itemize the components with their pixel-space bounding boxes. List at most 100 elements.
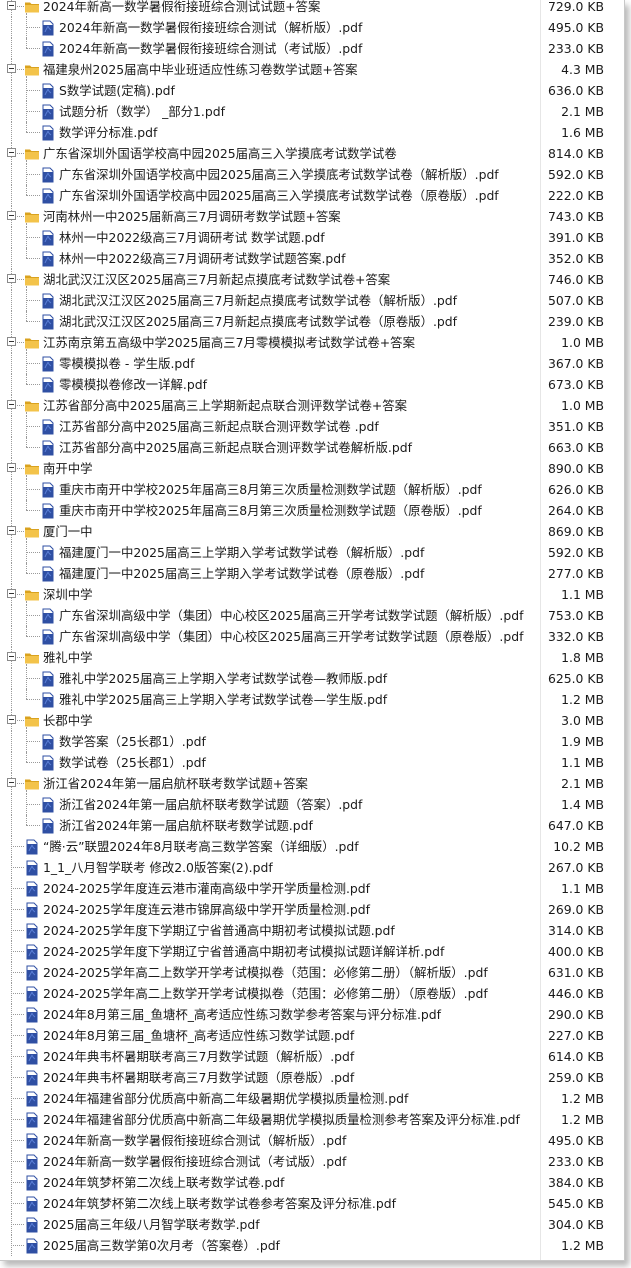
file-row[interactable]: 广东省深圳高级中学（集团）中心校区2025届高三开学考试数学试题（原卷版）.pd…	[0, 626, 624, 647]
file-row[interactable]: 2024-2025学年度下学期辽宁省普通高中期初考试模拟试题详解详析.pdf 40…	[0, 941, 624, 962]
tree-root-line	[11, 563, 12, 584]
file-row[interactable]: 湖北武汉江汉区2025届高三7月新起点摸底考试数学试卷（原卷版）.pdf 239.…	[0, 311, 624, 332]
folder-row[interactable]: 江苏省部分高中2025届高三上学期新起点联合测评数学试卷+答案 1.0 MB	[0, 395, 624, 416]
file-row[interactable]: 数学评分标准.pdf 1.6 MB	[0, 122, 624, 143]
file-row[interactable]: S数学试题(定稿).pdf 636.0 KB	[0, 80, 624, 101]
collapse-toggle-icon[interactable]	[7, 148, 16, 157]
tree-connector	[26, 363, 40, 364]
folder-row[interactable]: 广东省深圳外国语学校高中园2025届高三入学摸底考试数学试卷 814.0 KB	[0, 143, 624, 164]
file-row[interactable]: 2024-2025学年度下学期辽宁省普通高中期初考试模拟试题.pdf 314.0 …	[0, 920, 624, 941]
file-name: 林州一中2022级高三7月调研考试 数学试题.pdf	[59, 230, 325, 245]
tree-root-line	[11, 1088, 12, 1109]
tree-connector	[26, 762, 40, 763]
tree-connector	[26, 573, 40, 574]
file-row[interactable]: 2024年新高一数学暑假衔接班综合测试（解析版）.pdf 495.0 KB	[0, 17, 624, 38]
file-row[interactable]: 广东省深圳外国语学校高中园2025届高三入学摸底考试数学试卷（原卷版）.pdf 2…	[0, 185, 624, 206]
file-row[interactable]: 2024-2025学年度连云港市锦屏高级中学开学质量检测.pdf 269.0 KB	[0, 899, 624, 920]
collapse-toggle-icon[interactable]	[7, 778, 16, 787]
item-size: 259.0 KB	[547, 1070, 604, 1085]
tree-connector	[26, 300, 40, 301]
file-row[interactable]: 试题分析（数学） _部分1.pdf 2.1 MB	[0, 101, 624, 122]
file-row[interactable]: 雅礼中学2025届高三上学期入学考试数学试卷—教师版.pdf 625.0 KB	[0, 668, 624, 689]
file-row[interactable]: 2024年8月第三届_鱼塘杯_高考适应性练习数学参考答案与评分标准.pdf 290…	[0, 1004, 624, 1025]
item-size: 239.0 KB	[547, 314, 604, 329]
folder-icon	[24, 587, 40, 603]
file-row[interactable]: 浙江省2024年第一届启航杯联考数学试题.pdf 647.0 KB	[0, 815, 624, 836]
file-row[interactable]: 零模模拟卷 - 学生版.pdf 367.0 KB	[0, 353, 624, 374]
collapse-toggle-icon[interactable]	[7, 64, 16, 73]
collapse-toggle-icon[interactable]	[7, 337, 16, 346]
item-size: 1.9 MB	[561, 734, 604, 749]
file-name: 雅礼中学2025届高三上学期入学考试数学试卷—学生版.pdf	[59, 692, 388, 707]
collapse-toggle-icon[interactable]	[7, 211, 16, 220]
file-row[interactable]: 2024-2025学年高二上数学开学考试模拟卷（范围：必修第二册）（解析版）.p…	[0, 962, 624, 983]
folder-row[interactable]: 厦门一中 869.0 KB	[0, 521, 624, 542]
file-row[interactable]: 2024年筑梦杯第二次线上联考数学试卷.pdf 384.0 KB	[0, 1172, 624, 1193]
file-row[interactable]: 2024年典韦杯暑期联考高三7月数学试题（原卷版）.pdf 259.0 KB	[0, 1067, 624, 1088]
file-row[interactable]: 浙江省2024年第一届启航杯联考数学试题（答案）.pdf 1.4 MB	[0, 794, 624, 815]
collapse-toggle-icon[interactable]	[7, 463, 16, 472]
item-size: 626.0 KB	[547, 482, 604, 497]
file-row[interactable]: 福建厦门一中2025届高三上学期入学考试数学试卷（解析版）.pdf 592.0 K…	[0, 542, 624, 563]
folder-row[interactable]: 南开中学 890.0 KB	[0, 458, 624, 479]
file-row[interactable]: 1_1_八月智学联考 修改2.0版答案(2).pdf 267.0 KB	[0, 857, 624, 878]
file-row[interactable]: 2025届高三数学第0次月考（答案卷）.pdf 1.2 MB	[0, 1235, 624, 1256]
file-row[interactable]: 2024年福建省部分优质高中新高二年级暑期优学模拟质量检测参考答案及评分标准.p…	[0, 1109, 624, 1130]
file-row[interactable]: 2024-2025学年高二上数学开学考试模拟卷（范围：必修第二册）（原卷版）.p…	[0, 983, 624, 1004]
file-row[interactable]: 江苏省部分高中2025届高三新起点联合测评数学试卷 .pdf 351.0 KB	[0, 416, 624, 437]
file-row[interactable]: 2024年典韦杯暑期联考高三7月数学试题（解析版）.pdf 614.0 KB	[0, 1046, 624, 1067]
file-row[interactable]: 2024-2025学年度连云港市灌南高级中学开学质量检测.pdf 1.1 MB	[0, 878, 624, 899]
file-row[interactable]: 林州一中2022级高三7月调研考试数学试题答案.pdf 352.0 KB	[0, 248, 624, 269]
folder-row[interactable]: 雅礼中学 1.8 MB	[0, 647, 624, 668]
file-row[interactable]: 2024年新高一数学暑假衔接班综合测试（考试版）.pdf 233.0 KB	[0, 1151, 624, 1172]
file-row[interactable]: 零模模拟卷修改一详解.pdf 673.0 KB	[0, 374, 624, 395]
folder-row[interactable]: 2024年新高一数学暑假衔接班综合测试试题+答案 729.0 KB	[0, 0, 624, 17]
folder-icon	[24, 62, 40, 78]
collapse-toggle-icon[interactable]	[7, 274, 16, 283]
file-name: 福建厦门一中2025届高三上学期入学考试数学试卷（解析版）.pdf	[59, 545, 425, 560]
file-row[interactable]: 2024年新高一数学暑假衔接班综合测试（解析版）.pdf 495.0 KB	[0, 1130, 624, 1151]
file-name: 2024年新高一数学暑假衔接班综合测试（考试版）.pdf	[43, 1154, 347, 1169]
folder-row[interactable]: 福建泉州2025届高中毕业班适应性练习卷数学试题+答案 4.3 MB	[0, 59, 624, 80]
collapse-toggle-icon[interactable]	[7, 400, 16, 409]
folder-row[interactable]: 深圳中学 1.1 MB	[0, 584, 624, 605]
file-row[interactable]: 2024年福建省部分优质高中新高二年级暑期优学模拟质量检测.pdf 1.2 MB	[0, 1088, 624, 1109]
file-row[interactable]: 重庆市南开中学校2025年届高三8月第三次质量检测数学试题（原卷版）.pdf 26…	[0, 500, 624, 521]
file-row[interactable]: “腾·云”联盟2024年8月联考高三数学答案（详细版）.pdf 10.2 MB	[0, 836, 624, 857]
tree-root-line	[11, 920, 12, 941]
pdf-file-icon	[40, 83, 56, 99]
collapse-toggle-icon[interactable]	[7, 526, 16, 535]
file-name: 雅礼中学2025届高三上学期入学考试数学试卷—教师版.pdf	[59, 671, 388, 686]
item-size: 10.2 MB	[553, 839, 604, 854]
file-row[interactable]: 林州一中2022级高三7月调研考试 数学试题.pdf 391.0 KB	[0, 227, 624, 248]
collapse-toggle-icon[interactable]	[7, 1, 16, 10]
tree-connector	[11, 1035, 24, 1036]
item-size: 890.0 KB	[547, 461, 604, 476]
collapse-toggle-icon[interactable]	[7, 652, 16, 661]
folder-row[interactable]: 河南林州一中2025届新高三7月调研考数学试题+答案 743.0 KB	[0, 206, 624, 227]
folder-name: 雅礼中学	[43, 650, 93, 665]
collapse-toggle-icon[interactable]	[7, 715, 16, 724]
file-row[interactable]: 广东省深圳外国语学校高中园2025届高三入学摸底考试数学试卷（解析版）.pdf 5…	[0, 164, 624, 185]
file-row[interactable]: 2024年8月第三届_鱼塘杯_高考适应性练习数学试题.pdf 227.0 KB	[0, 1025, 624, 1046]
folder-name: 深圳中学	[43, 587, 93, 602]
file-row[interactable]: 数学答案（25长郡1）.pdf 1.9 MB	[0, 731, 624, 752]
file-row[interactable]: 雅礼中学2025届高三上学期入学考试数学试卷—学生版.pdf 1.2 MB	[0, 689, 624, 710]
file-row[interactable]: 福建厦门一中2025届高三上学期入学考试数学试卷（原卷版）.pdf 277.0 K…	[0, 563, 624, 584]
folder-row[interactable]: 湖北武汉江汉区2025届高三7月新起点摸底考试数学试卷+答案 746.0 KB	[0, 269, 624, 290]
tree-branch-line	[26, 122, 27, 132]
file-row[interactable]: 湖北武汉江汉区2025届高三7月新起点摸底考试数学试卷（解析版）.pdf 507.…	[0, 290, 624, 311]
file-row[interactable]: 重庆市南开中学校2025年届高三8月第三次质量检测数学试题（解析版）.pdf 62…	[0, 479, 624, 500]
file-row[interactable]: 数学试卷（25长郡1）.pdf 1.1 MB	[0, 752, 624, 773]
collapse-toggle-icon[interactable]	[7, 589, 16, 598]
file-row[interactable]: 2024年筑梦杯第二次线上联考数学试卷参考答案及评分标准.pdf 545.0 KB	[0, 1193, 624, 1214]
folder-row[interactable]: 江苏南京第五高级中学2025届高三7月零模模拟考试数学试卷+答案 1.0 MB	[0, 332, 624, 353]
item-size: 3.0 MB	[561, 713, 604, 728]
file-row[interactable]: 2024年新高一数学暑假衔接班综合测试（考试版）.pdf 233.0 KB	[0, 38, 624, 59]
folder-row[interactable]: 长郡中学 3.0 MB	[0, 710, 624, 731]
file-row[interactable]: 广东省深圳高级中学（集团）中心校区2025届高三开学考试数学试题（解析版）.pd…	[0, 605, 624, 626]
pdf-file-icon	[40, 314, 56, 330]
file-row[interactable]: 江苏省部分高中2025届高三新起点联合测评数学试卷解析版.pdf 663.0 KB	[0, 437, 624, 458]
folder-row[interactable]: 浙江省2024年第一届启航杯联考数学试题+答案 2.1 MB	[0, 773, 624, 794]
file-row[interactable]: 2025届高三年级八月智学联考数学.pdf 304.0 KB	[0, 1214, 624, 1235]
